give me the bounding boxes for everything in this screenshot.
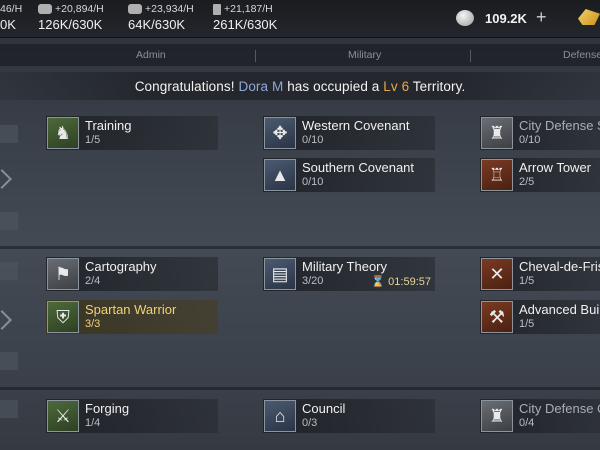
builder-icon: ⚒ xyxy=(481,301,513,333)
tech-progress: 0/10 xyxy=(519,134,541,146)
tech-progress: 1/5 xyxy=(85,134,101,146)
cross-emblem-icon: ✥ xyxy=(264,117,296,149)
fortress-icon: ♜ xyxy=(481,117,513,149)
tech-title: Spartan Warrior xyxy=(85,302,177,317)
tech-title: Military Theory xyxy=(302,259,388,274)
player-name[interactable]: Dora M xyxy=(238,79,283,94)
tech-card-southern-covenant[interactable]: ▲ Southern Covenant 0/10 xyxy=(263,158,435,192)
resource-stone[interactable]: +23,934/H 64K/630K xyxy=(128,3,194,32)
tech-title: Advanced Buil xyxy=(519,302,600,317)
tech-card-council[interactable]: ⌂ Council 0/3 xyxy=(263,399,435,433)
map-scroll-icon: ⚑ xyxy=(47,258,79,290)
tech-title: Forging xyxy=(85,401,130,416)
tech-progress: 2/4 xyxy=(85,275,101,287)
notice-text: has occupied a xyxy=(287,79,380,94)
tech-title: Training xyxy=(85,118,132,133)
side-slab xyxy=(0,352,18,370)
tab-divider xyxy=(255,50,256,62)
tech-card-city-defense-2[interactable]: ♜ City Defense C 0/4 xyxy=(480,399,600,433)
row-divider xyxy=(0,387,600,390)
eye-pyramid-icon: ▲ xyxy=(264,159,296,191)
tech-progress: 2/5 xyxy=(519,176,535,188)
tech-title: Arrow Tower xyxy=(519,160,592,175)
tab-admin[interactable]: Admin xyxy=(136,49,166,61)
notice-text: Congratulations! xyxy=(134,79,235,94)
tech-card-advanced-building[interactable]: ⚒ Advanced Buil 1/5 xyxy=(480,300,600,334)
resource-rate: +20,894/H xyxy=(55,3,104,15)
tech-progress: 1/5 xyxy=(519,275,535,287)
category-tabs: Admin Military Defense xyxy=(0,44,600,66)
spikes-icon: ✕ xyxy=(481,258,513,290)
resource-rate: +23,934/H xyxy=(145,3,194,15)
tech-title: City Defense C xyxy=(519,401,600,416)
chevron-right-icon[interactable] xyxy=(0,169,12,189)
resource-amount: 126K/630K xyxy=(38,17,103,32)
tech-title: City Defense S xyxy=(519,118,600,133)
tech-card-cartography[interactable]: ⚑ Cartography 2/4 xyxy=(46,257,218,291)
tab-divider xyxy=(470,50,471,62)
soldier-training-icon: ♞ xyxy=(47,117,79,149)
resource-grain[interactable]: +21,187/H 261K/630K xyxy=(213,3,277,32)
tech-card-cheval-de-frise[interactable]: ✕ Cheval-de-Fris 1/5 xyxy=(480,257,600,291)
territory-level: Lv 6 xyxy=(383,79,410,94)
occupation-notice: Congratulations! Dora M has occupied a L… xyxy=(0,72,600,100)
tech-progress: 1/5 xyxy=(519,318,535,330)
chevron-right-icon[interactable] xyxy=(0,310,12,330)
resource-food[interactable]: 46/H 0K xyxy=(0,3,22,32)
hourglass-icon: ⌛ xyxy=(371,276,386,288)
tech-progress: 3/3 xyxy=(85,318,101,330)
tech-progress: 0/10 xyxy=(302,134,324,146)
tech-progress: 0/10 xyxy=(302,176,324,188)
resource-amount: 64K/630K xyxy=(128,17,186,32)
tech-progress: 0/4 xyxy=(519,417,535,429)
tech-card-forging[interactable]: ⚔ Forging 1/4 xyxy=(46,399,218,433)
resource-bar: 46/H 0K +20,894/H 126K/630K +23,934/H 64… xyxy=(0,0,600,38)
research-timer: ⌛ 01:59:57 xyxy=(371,275,431,288)
tech-title: Cartography xyxy=(85,259,157,274)
resource-amount: 0K xyxy=(0,17,16,32)
stone-icon xyxy=(128,4,142,14)
tech-card-arrow-tower[interactable]: ♖ Arrow Tower 2/5 xyxy=(480,158,600,192)
tech-progress: 1/4 xyxy=(85,417,101,429)
tech-card-western-covenant[interactable]: ✥ Western Covenant 0/10 xyxy=(263,116,435,150)
tech-card-military-theory[interactable]: ▤ Military Theory 3/20 ⌛ 01:59:57 xyxy=(263,257,435,291)
resource-wood[interactable]: +20,894/H 126K/630K xyxy=(38,3,104,32)
side-slab xyxy=(0,400,18,418)
add-silver-button[interactable]: + xyxy=(536,7,547,28)
tech-title: Western Covenant xyxy=(302,118,410,133)
timer-value: 01:59:57 xyxy=(388,276,431,288)
tech-title: Council xyxy=(302,401,346,416)
silver-coin-icon xyxy=(456,10,474,26)
tab-defense[interactable]: Defense xyxy=(563,49,600,61)
silver-amount: 109.2K xyxy=(485,11,527,26)
side-slab xyxy=(0,262,18,280)
tech-card-city-defense[interactable]: ♜ City Defense S 0/10 xyxy=(480,116,600,150)
tech-title: Southern Covenant xyxy=(302,160,415,175)
resource-rate: +21,187/H xyxy=(224,3,273,15)
spartan-shield-icon: ⛨ xyxy=(47,301,79,333)
fortress-icon: ♜ xyxy=(481,400,513,432)
wood-icon xyxy=(38,4,52,14)
tech-title: Cheval-de-Fris xyxy=(519,259,600,274)
resource-amount: 261K/630K xyxy=(213,17,278,32)
resource-rate: 46/H xyxy=(0,3,23,15)
book-scroll-icon: ▤ xyxy=(264,258,296,290)
side-slab xyxy=(0,212,18,230)
tower-icon: ♖ xyxy=(481,159,513,191)
tech-progress: 0/3 xyxy=(302,417,318,429)
row-divider xyxy=(0,246,600,249)
tech-card-spartan-warrior[interactable]: ⛨ Spartan Warrior 3/3 xyxy=(46,300,218,334)
grain-icon xyxy=(213,3,221,15)
notice-text: Territory. xyxy=(412,79,466,94)
tech-card-training[interactable]: ♞ Training 1/5 xyxy=(46,116,218,150)
gold-icon[interactable] xyxy=(578,9,600,25)
council-hall-icon: ⌂ xyxy=(264,400,296,432)
tab-military[interactable]: Military xyxy=(348,49,381,61)
side-slab xyxy=(0,125,18,143)
anvil-icon: ⚔ xyxy=(47,400,79,432)
